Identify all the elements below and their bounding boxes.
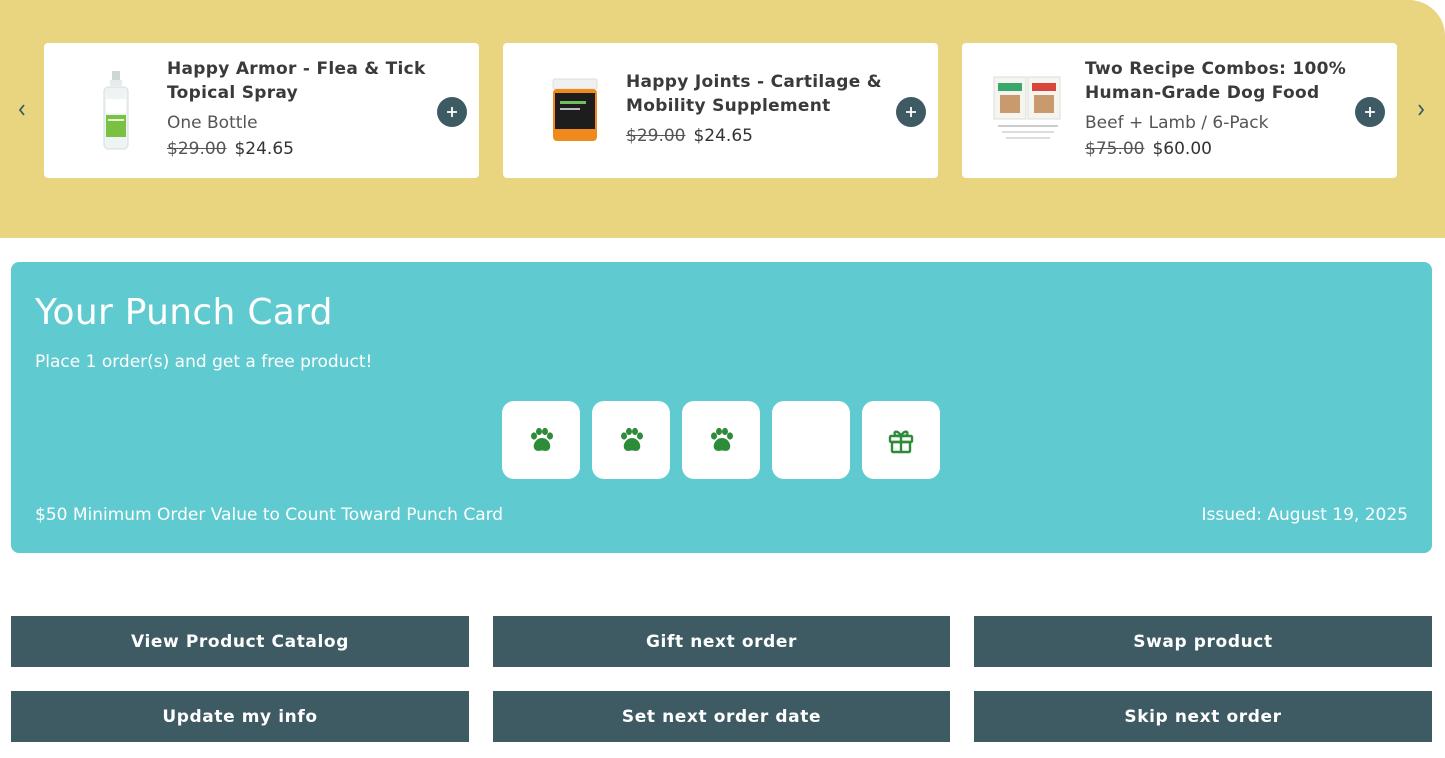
original-price: $29.00 <box>167 139 227 159</box>
product-prices: $29.00 $24.65 <box>626 126 753 146</box>
spray-bottle-image <box>103 71 129 150</box>
original-price: $75.00 <box>1085 139 1145 159</box>
paw-icon <box>711 427 733 451</box>
sale-price: $24.65 <box>693 126 753 146</box>
product-title: Two Recipe Combos: 100% Human-Grade Dog … <box>1085 59 1347 103</box>
plus-icon <box>447 107 457 117</box>
skip-next-order-button[interactable]: Skip next order <box>974 691 1432 742</box>
punch-card-note: $50 Minimum Order Value to Count Toward … <box>35 505 504 525</box>
add-product-button[interactable] <box>437 97 467 127</box>
product-card[interactable]: Two Recipe Combos: 100% Human-Grade Dog … <box>962 43 1397 178</box>
punch-slot-filled <box>682 401 760 479</box>
gift-next-order-button[interactable]: Gift next order <box>493 616 950 667</box>
product-card[interactable]: Happy Joints - Cartilage & Mobility Supp… <box>503 43 938 178</box>
punch-slot-reward <box>862 401 940 479</box>
product-title: Happy Joints - Cartilage & Mobility Supp… <box>626 72 882 116</box>
plus-icon <box>1365 107 1375 117</box>
product-image <box>92 59 140 163</box>
update-info-button[interactable]: Update my info <box>11 691 469 742</box>
product-carousel: Happy Armor - Flea & Tick Topical Spray … <box>0 0 1445 238</box>
dog-food-packs-image <box>993 76 1061 139</box>
product-prices: $75.00 $60.00 <box>1085 139 1212 159</box>
product-card[interactable]: Happy Armor - Flea & Tick Topical Spray … <box>44 43 479 178</box>
paw-icon <box>621 427 643 451</box>
punch-slot-filled <box>592 401 670 479</box>
punch-slot-empty <box>772 401 850 479</box>
chevron-left-icon <box>18 104 25 116</box>
sale-price: $24.65 <box>234 139 294 159</box>
supplement-jar-image <box>552 78 598 141</box>
product-prices: $29.00 $24.65 <box>167 139 294 159</box>
carousel-prev-button[interactable] <box>15 101 29 119</box>
gift-icon <box>888 430 914 454</box>
swap-product-button[interactable]: Swap product <box>974 616 1432 667</box>
punch-card-subtitle: Place 1 order(s) and get a free product! <box>35 352 373 372</box>
add-product-button[interactable] <box>1355 97 1385 127</box>
product-title: Happy Armor - Flea & Tick Topical Spray <box>167 59 426 103</box>
product-variant: Beef + Lamb / 6-Pack <box>1085 113 1269 133</box>
plus-icon <box>906 107 916 117</box>
product-image <box>551 59 599 163</box>
product-image <box>992 59 1064 163</box>
punch-card: Your Punch Card Place 1 order(s) and get… <box>11 262 1432 553</box>
chevron-right-icon <box>1418 104 1425 116</box>
punch-card-issued-date: Issued: August 19, 2025 <box>1201 505 1408 525</box>
punch-card-title: Your Punch Card <box>35 292 333 333</box>
product-variant: One Bottle <box>167 113 258 133</box>
original-price: $29.00 <box>626 126 686 146</box>
punch-slots <box>502 401 940 479</box>
punch-slot-filled <box>502 401 580 479</box>
add-product-button[interactable] <box>896 97 926 127</box>
view-catalog-button[interactable]: View Product Catalog <box>11 616 469 667</box>
sale-price: $60.00 <box>1152 139 1212 159</box>
carousel-next-button[interactable] <box>1414 101 1428 119</box>
set-next-order-date-button[interactable]: Set next order date <box>493 691 950 742</box>
paw-icon <box>531 427 553 451</box>
